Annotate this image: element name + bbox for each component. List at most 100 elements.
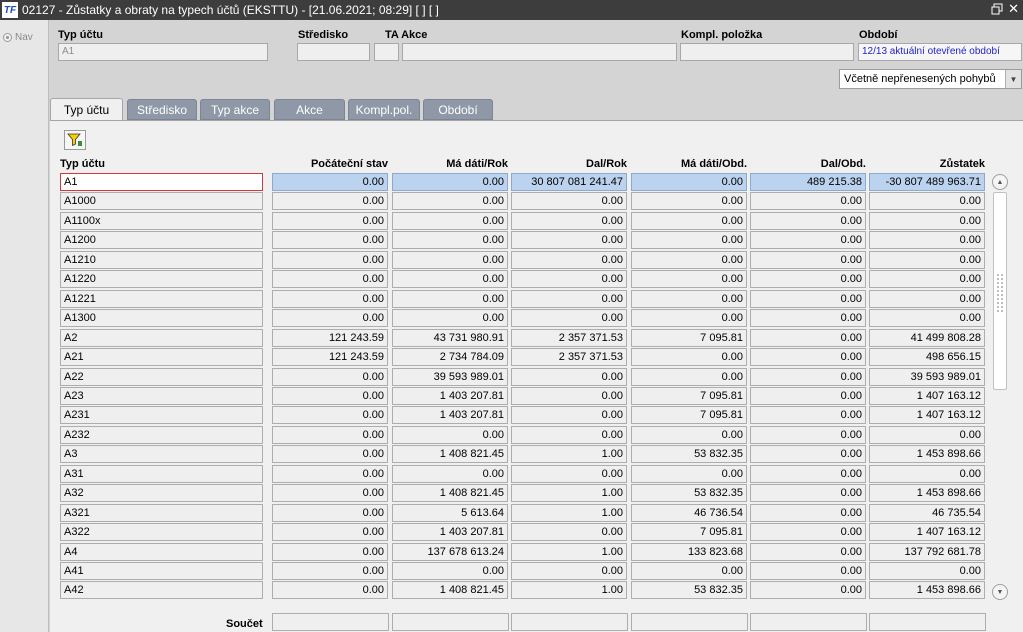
- cell-dal-obd[interactable]: 0.00: [750, 406, 866, 425]
- cell-zustatek[interactable]: 1 407 163.12: [869, 523, 985, 542]
- chevron-down-icon[interactable]: ▼: [1005, 70, 1021, 88]
- cell-ma-dati-rok[interactable]: 1 403 207.81: [392, 386, 508, 405]
- cell-ma-dati-rok[interactable]: 0.00: [392, 231, 508, 250]
- table-row[interactable]: A231 0.00 1 403 207.81 0.00 7 095.81 0.00 1 40…: [60, 406, 995, 425]
- cell-code[interactable]: A1221: [60, 289, 263, 308]
- kompl-polozka-field[interactable]: [680, 43, 854, 61]
- cell-pocatecni-stav[interactable]: 0.00: [272, 445, 388, 464]
- cell-dal-rok[interactable]: 2 357 371.53: [511, 348, 627, 367]
- cell-zustatek[interactable]: 0.00: [869, 425, 985, 444]
- stredisko-field[interactable]: [297, 43, 370, 61]
- cell-ma-dati-obd[interactable]: 133 823.68: [631, 542, 747, 561]
- filter-button[interactable]: [64, 130, 86, 150]
- cell-pocatecni-stav[interactable]: 0.00: [272, 484, 388, 503]
- cell-pocatecni-stav[interactable]: 0.00: [272, 289, 388, 308]
- cell-ma-dati-rok[interactable]: 0.00: [392, 250, 508, 269]
- table-row[interactable]: A1300 0.00 0.00 0.00 0.00 0.00 0.00: [60, 309, 995, 328]
- cell-dal-obd[interactable]: 0.00: [750, 348, 866, 367]
- scroll-down-icon[interactable]: ▼: [992, 584, 1008, 600]
- cell-code[interactable]: A3: [60, 445, 263, 464]
- cell-ma-dati-rok[interactable]: 0.00: [392, 289, 508, 308]
- cell-code[interactable]: A1000: [60, 192, 263, 211]
- cell-zustatek[interactable]: -30 807 489 963.71: [869, 173, 985, 191]
- cell-zustatek[interactable]: 0.00: [869, 270, 985, 289]
- cell-code[interactable]: A1: [60, 173, 263, 191]
- cell-zustatek[interactable]: 0.00: [869, 464, 985, 483]
- cell-dal-obd[interactable]: 0.00: [750, 523, 866, 542]
- cell-zustatek[interactable]: 1 453 898.66: [869, 581, 985, 600]
- cell-dal-obd[interactable]: 0.00: [750, 289, 866, 308]
- cell-ma-dati-rok[interactable]: 0.00: [392, 211, 508, 230]
- cell-dal-rok[interactable]: 0.00: [511, 464, 627, 483]
- cell-dal-rok[interactable]: 0.00: [511, 270, 627, 289]
- cell-ma-dati-obd[interactable]: 0.00: [631, 192, 747, 211]
- cell-zustatek[interactable]: 41 499 808.28: [869, 328, 985, 347]
- cell-pocatecni-stav[interactable]: 0.00: [272, 425, 388, 444]
- cell-zustatek[interactable]: 498 656.15: [869, 348, 985, 367]
- table-row[interactable]: A4 0.00 137 678 613.24 1.00 133 823.68 0.00 13…: [60, 542, 995, 562]
- tab-stredisko[interactable]: Středisko: [127, 99, 197, 120]
- cell-zustatek[interactable]: 0.00: [869, 289, 985, 308]
- cell-pocatecni-stav[interactable]: 0.00: [272, 192, 388, 211]
- cell-ma-dati-obd[interactable]: 0.00: [631, 173, 747, 191]
- cell-dal-rok[interactable]: 0.00: [511, 425, 627, 444]
- cell-ma-dati-obd[interactable]: 0.00: [631, 211, 747, 230]
- obdobi-field[interactable]: 12/13 aktuální otevřené období: [858, 43, 1022, 61]
- cell-ma-dati-obd[interactable]: 7 095.81: [631, 406, 747, 425]
- cell-ma-dati-obd[interactable]: 7 095.81: [631, 328, 747, 347]
- cell-pocatecni-stav[interactable]: 0.00: [272, 367, 388, 386]
- cell-zustatek[interactable]: 39 593 989.01: [869, 367, 985, 386]
- cell-zustatek[interactable]: 137 792 681.78: [869, 542, 985, 561]
- cell-ma-dati-rok[interactable]: 39 593 989.01: [392, 367, 508, 386]
- table-row[interactable]: A31 0.00 0.00 0.00 0.00 0.00 0.00: [60, 464, 995, 484]
- cell-pocatecni-stav[interactable]: 0.00: [272, 406, 388, 425]
- cell-dal-obd[interactable]: 0.00: [750, 309, 866, 328]
- cell-ma-dati-rok[interactable]: 1 403 207.81: [392, 523, 508, 542]
- cell-dal-rok[interactable]: 0.00: [511, 250, 627, 269]
- table-row[interactable]: A32 0.00 1 408 821.45 1.00 53 832.35 0.00 1 45…: [60, 484, 995, 503]
- cell-ma-dati-obd[interactable]: 0.00: [631, 231, 747, 250]
- cell-zustatek[interactable]: 1 407 163.12: [869, 386, 985, 405]
- cell-ma-dati-obd[interactable]: 0.00: [631, 289, 747, 308]
- cell-pocatecni-stav[interactable]: 0.00: [272, 250, 388, 269]
- cell-code[interactable]: A31: [60, 464, 263, 483]
- cell-dal-rok[interactable]: 0.00: [511, 231, 627, 250]
- cell-pocatecni-stav[interactable]: 0.00: [272, 464, 388, 483]
- cell-zustatek[interactable]: 1 453 898.66: [869, 484, 985, 503]
- cell-pocatecni-stav[interactable]: 0.00: [272, 562, 388, 580]
- table-row[interactable]: A322 0.00 1 403 207.81 0.00 7 095.81 0.00 1 40…: [60, 523, 995, 542]
- table-row[interactable]: A3 0.00 1 408 821.45 1.00 53 832.35 0.00 1 453…: [60, 445, 995, 464]
- cell-ma-dati-rok[interactable]: 1 403 207.81: [392, 406, 508, 425]
- table-row[interactable]: A2 121 243.59 43 731 980.91 2 357 371.53 7 0…: [60, 328, 995, 348]
- cell-code[interactable]: A42: [60, 581, 263, 600]
- cell-ma-dati-rok[interactable]: 43 731 980.91: [392, 328, 508, 347]
- cell-ma-dati-rok[interactable]: 137 678 613.24: [392, 542, 508, 561]
- cell-dal-obd[interactable]: 0.00: [750, 192, 866, 211]
- cell-dal-obd[interactable]: 0.00: [750, 367, 866, 386]
- ta-field[interactable]: [374, 43, 399, 61]
- cell-pocatecni-stav[interactable]: 0.00: [272, 581, 388, 600]
- cell-dal-obd[interactable]: 0.00: [750, 211, 866, 230]
- cell-ma-dati-rok[interactable]: 5 613.64: [392, 503, 508, 522]
- cell-ma-dati-obd[interactable]: 7 095.81: [631, 386, 747, 405]
- cell-dal-rok[interactable]: 0.00: [511, 562, 627, 580]
- cell-zustatek[interactable]: 0.00: [869, 231, 985, 250]
- cell-dal-obd[interactable]: 0.00: [750, 328, 866, 347]
- restore-window-icon[interactable]: [991, 3, 1003, 15]
- cell-pocatecni-stav[interactable]: 121 243.59: [272, 328, 388, 347]
- tab-typ-akce[interactable]: Typ akce: [200, 99, 270, 120]
- cell-ma-dati-obd[interactable]: 53 832.35: [631, 581, 747, 600]
- table-row[interactable]: A22 0.00 39 593 989.01 0.00 0.00 0.00 39 593 9…: [60, 367, 995, 387]
- cell-pocatecni-stav[interactable]: 0.00: [272, 231, 388, 250]
- cell-dal-rok[interactable]: 0.00: [511, 192, 627, 211]
- table-row[interactable]: A21 121 243.59 2 734 784.09 2 357 371.53 0.0…: [60, 348, 995, 367]
- cell-pocatecni-stav[interactable]: 0.00: [272, 386, 388, 405]
- movement-select[interactable]: Včetně nepřenesených pohybů ▼: [839, 69, 1022, 89]
- table-row[interactable]: A1 0.00 0.00 30 807 081 241.47 0.00 489 215.3…: [60, 173, 995, 192]
- tab-typ-uctu[interactable]: Typ účtu: [50, 98, 123, 121]
- cell-code[interactable]: A232: [60, 425, 263, 444]
- tab-obdobi[interactable]: Období: [423, 99, 493, 120]
- cell-code[interactable]: A32: [60, 484, 263, 503]
- table-row[interactable]: A1100x 0.00 0.00 0.00 0.00 0.00 0.00: [60, 211, 995, 231]
- cell-dal-rok[interactable]: 0.00: [511, 523, 627, 542]
